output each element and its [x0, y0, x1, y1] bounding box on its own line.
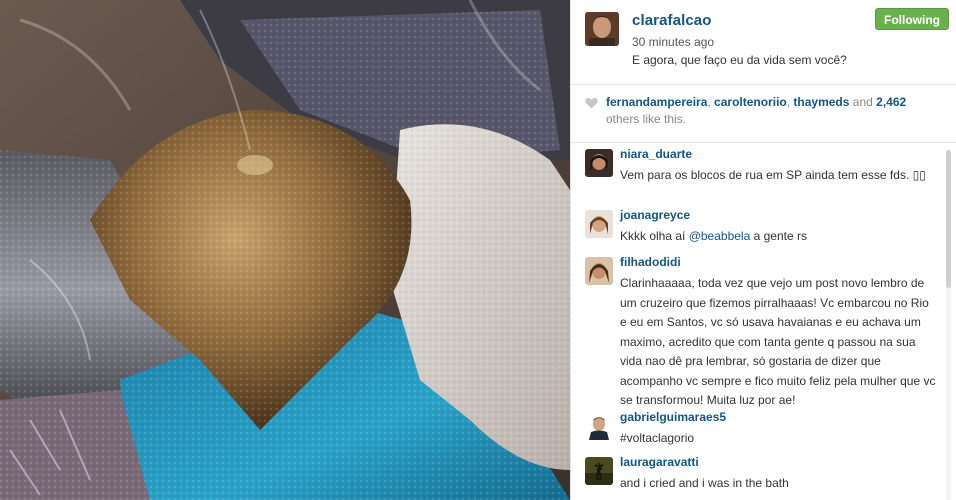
- likes-text: fernandampereira, caroltenoriio, thaymed…: [606, 94, 942, 128]
- likes-suffix: others like this.: [606, 112, 687, 126]
- commenter-avatar[interactable]: [585, 210, 613, 238]
- comment-username[interactable]: gabrielguimaraes5: [620, 410, 726, 424]
- comment-text: #voltaclagorio: [620, 431, 695, 445]
- comment-mention[interactable]: @beabbela: [689, 229, 751, 243]
- likes-count[interactable]: 2,462: [876, 95, 906, 109]
- liker-link[interactable]: thaymeds: [793, 95, 849, 109]
- heart-icon[interactable]: [585, 97, 598, 109]
- comment-text-part: Kkkk olha aí: [620, 229, 689, 243]
- comment-item: niara_duarte Vem para os blocos de rua e…: [585, 147, 935, 199]
- comment-item: gabrielguimaraes5 #voltaclagorio: [585, 410, 935, 446]
- commenter-avatar-image: [585, 412, 613, 440]
- owner-avatar[interactable]: [585, 12, 619, 46]
- comments-list: niara_duarte Vem para os blocos de rua e…: [571, 143, 943, 500]
- commenter-avatar[interactable]: [585, 149, 613, 177]
- comment-username[interactable]: lauragaravatti: [620, 455, 699, 469]
- commenter-avatar-image: [585, 149, 613, 177]
- comment-username[interactable]: niara_duarte: [620, 147, 692, 161]
- comments-scrollbar[interactable]: [946, 150, 951, 500]
- header-divider: [571, 84, 956, 85]
- comment-username[interactable]: filhadodidi: [620, 255, 681, 269]
- likes-section: fernandampereira, caroltenoriio, thaymed…: [571, 86, 956, 142]
- post-header: clarafalcao 30 minutes ago E agora, que …: [571, 0, 956, 84]
- liker-link[interactable]: fernandampereira: [606, 95, 707, 109]
- comment-item: filhadodidi Clarinhaaaaa, toda vez que v…: [585, 255, 936, 407]
- post-caption: E agora, que faço eu da vida sem você?: [632, 53, 847, 67]
- commenter-avatar-image: [585, 257, 613, 285]
- commenter-avatar-image: [585, 457, 613, 485]
- commenter-avatar[interactable]: [585, 412, 613, 440]
- comment-text: Clarinhaaaaa, toda vez que vejo um post …: [620, 276, 936, 407]
- owner-avatar-image: [585, 12, 619, 46]
- comment-text-part: a gente rs: [750, 229, 807, 243]
- liker-link[interactable]: caroltenoriio: [714, 95, 787, 109]
- comment-item: joanagreyce Kkkk olha aí @beabbela a gen…: [585, 208, 935, 244]
- following-button[interactable]: Following: [875, 8, 949, 30]
- post-photo[interactable]: [0, 0, 570, 500]
- post-side-panel: clarafalcao 30 minutes ago E agora, que …: [570, 0, 956, 500]
- comment-text: Kkkk olha aí @beabbela a gente rs: [620, 227, 938, 247]
- commenter-avatar[interactable]: [585, 257, 613, 285]
- scrollbar-thumb[interactable]: [946, 150, 951, 288]
- likes-and: and: [849, 95, 877, 109]
- owner-username[interactable]: clarafalcao: [632, 12, 711, 29]
- glitter-bags-image: [0, 0, 570, 500]
- commenter-avatar[interactable]: [585, 457, 613, 485]
- comment-text: and i cried and i was in the bath: [620, 476, 789, 490]
- comment-username[interactable]: joanagreyce: [620, 208, 690, 222]
- comment-item: lauragaravatti and i cried and i was in …: [585, 455, 935, 495]
- comment-text: Vem para os blocos de rua em SP ainda te…: [620, 168, 926, 182]
- commenter-avatar-image: [585, 210, 613, 238]
- post-timestamp: 30 minutes ago: [632, 35, 715, 49]
